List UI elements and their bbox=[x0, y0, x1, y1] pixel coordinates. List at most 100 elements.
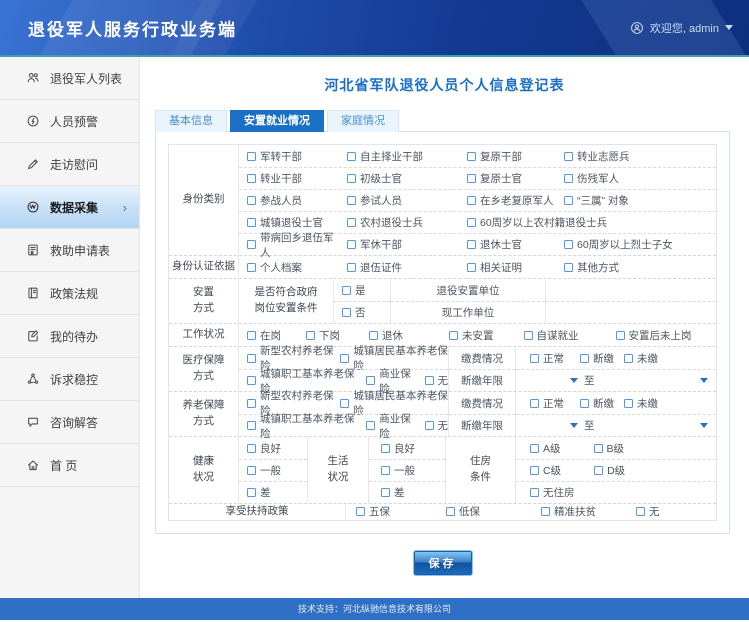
checkbox-option[interactable]: 无 bbox=[425, 373, 449, 388]
checkbox-icon[interactable] bbox=[541, 507, 550, 516]
sidebar-item-visit-condolence[interactable]: 走访慰问 bbox=[0, 143, 139, 186]
checkbox-option[interactable]: 初级士官 bbox=[339, 171, 402, 186]
checkbox-icon[interactable] bbox=[247, 331, 256, 340]
checkbox-option[interactable]: 个人档案 bbox=[239, 260, 302, 275]
save-button[interactable]: 保存 bbox=[413, 550, 473, 576]
checkbox-option[interactable]: 五保 bbox=[346, 504, 390, 519]
checkbox-option[interactable]: 断缴 bbox=[580, 396, 614, 411]
checkbox-icon[interactable] bbox=[564, 240, 573, 249]
checkbox-icon[interactable] bbox=[366, 376, 375, 385]
checkbox-option[interactable]: 复原士官 bbox=[459, 171, 522, 186]
year-to-select[interactable] bbox=[599, 423, 709, 428]
checkbox-icon[interactable] bbox=[247, 174, 256, 183]
checkbox-icon[interactable] bbox=[366, 421, 375, 430]
sidebar-item-consultation[interactable]: 咨询解答 bbox=[0, 401, 139, 444]
checkbox-icon[interactable] bbox=[564, 174, 573, 183]
checkbox-option[interactable]: A级 bbox=[516, 441, 561, 456]
checkbox-option[interactable]: 差 bbox=[239, 485, 271, 500]
tab-family[interactable]: 家庭情况 bbox=[327, 110, 399, 132]
checkbox-icon[interactable] bbox=[247, 354, 256, 363]
checkbox-option[interactable]: 无 bbox=[425, 418, 449, 433]
checkbox-option[interactable]: 带病回乡退伍军人 bbox=[239, 230, 339, 260]
current-employer-input[interactable] bbox=[546, 301, 716, 323]
checkbox-icon[interactable] bbox=[467, 174, 476, 183]
checkbox-option[interactable]: 60周岁以上农村籍退役士兵 bbox=[459, 215, 607, 230]
checkbox-option[interactable]: 城镇退役士官 bbox=[239, 215, 323, 230]
checkbox-icon[interactable] bbox=[347, 240, 356, 249]
checkbox-icon[interactable] bbox=[624, 354, 633, 363]
checkbox-option[interactable]: 在乡老复原军人 bbox=[459, 193, 554, 208]
checkbox-icon[interactable] bbox=[425, 376, 434, 385]
checkbox-option[interactable]: 未缴 bbox=[624, 351, 658, 366]
checkbox-option[interactable]: 在岗 bbox=[239, 328, 281, 343]
checkbox-icon[interactable] bbox=[247, 240, 256, 249]
checkbox-icon[interactable] bbox=[564, 263, 573, 272]
checkbox-option[interactable]: 退休 bbox=[361, 328, 403, 343]
placement-unit-input[interactable] bbox=[546, 279, 716, 301]
checkbox-option[interactable]: 城镇职工基本养老保险 bbox=[239, 411, 361, 441]
checkbox-option[interactable]: 相关证明 bbox=[459, 260, 522, 275]
sidebar-item-personnel-warning[interactable]: 人员预警 bbox=[0, 100, 139, 143]
checkbox-option[interactable]: 军休干部 bbox=[339, 237, 402, 252]
sidebar-item-data-collection[interactable]: 数据采集 › bbox=[0, 186, 139, 229]
checkbox-option[interactable]: 自主择业干部 bbox=[339, 149, 423, 164]
checkbox-option[interactable]: 正常 bbox=[516, 396, 564, 411]
checkbox-icon[interactable] bbox=[381, 466, 390, 475]
year-to-select[interactable] bbox=[599, 378, 709, 383]
checkbox-option[interactable]: 差 bbox=[369, 485, 405, 500]
checkbox-option[interactable]: 60周岁以上烈士子女 bbox=[556, 237, 673, 252]
checkbox-option[interactable]: 退休士官 bbox=[459, 237, 522, 252]
checkbox-option[interactable]: 良好 bbox=[369, 441, 415, 456]
checkbox-icon[interactable] bbox=[564, 152, 573, 161]
checkbox-icon[interactable] bbox=[369, 331, 378, 340]
checkbox-icon[interactable] bbox=[425, 421, 434, 430]
checkbox-icon[interactable] bbox=[306, 331, 315, 340]
checkbox-option[interactable]: 一般 bbox=[239, 463, 281, 478]
checkbox-option[interactable]: 其他方式 bbox=[556, 260, 619, 275]
checkbox-option[interactable]: 农村退役士兵 bbox=[339, 215, 423, 230]
checkbox-icon[interactable] bbox=[530, 466, 539, 475]
checkbox-icon[interactable] bbox=[347, 152, 356, 161]
checkbox-icon[interactable] bbox=[530, 444, 539, 453]
year-from-select[interactable] bbox=[526, 423, 578, 428]
checkbox-icon[interactable] bbox=[342, 308, 351, 317]
checkbox-option[interactable]: 是 bbox=[334, 283, 366, 298]
checkbox-icon[interactable] bbox=[347, 218, 356, 227]
checkbox-option[interactable]: 退伍证件 bbox=[339, 260, 402, 275]
checkbox-icon[interactable] bbox=[247, 444, 256, 453]
checkbox-icon[interactable] bbox=[530, 354, 539, 363]
checkbox-option[interactable]: 未安置 bbox=[441, 328, 494, 343]
checkbox-icon[interactable] bbox=[524, 331, 533, 340]
checkbox-option[interactable]: 军转干部 bbox=[239, 149, 302, 164]
checkbox-icon[interactable] bbox=[636, 507, 645, 516]
checkbox-option[interactable]: B级 bbox=[594, 441, 625, 456]
checkbox-option[interactable]: 伤残军人 bbox=[556, 171, 619, 186]
checkbox-option[interactable]: 转业志愿兵 bbox=[556, 149, 630, 164]
checkbox-icon[interactable] bbox=[347, 174, 356, 183]
checkbox-icon[interactable] bbox=[381, 488, 390, 497]
checkbox-icon[interactable] bbox=[342, 286, 351, 295]
checkbox-option[interactable]: 精准扶贫 bbox=[531, 504, 596, 519]
checkbox-option[interactable]: 断缴 bbox=[580, 351, 614, 366]
checkbox-option[interactable]: 自谋就业 bbox=[516, 328, 579, 343]
checkbox-option[interactable]: 参战人员 bbox=[239, 193, 302, 208]
checkbox-option[interactable]: 正常 bbox=[516, 351, 564, 366]
checkbox-icon[interactable] bbox=[580, 354, 589, 363]
checkbox-option[interactable]: 复原干部 bbox=[459, 149, 522, 164]
checkbox-option[interactable]: 否 bbox=[334, 305, 366, 320]
checkbox-option[interactable]: 商业保险 bbox=[366, 411, 419, 441]
sidebar-item-my-todo[interactable]: 我的待办 bbox=[0, 315, 139, 358]
checkbox-icon[interactable] bbox=[467, 240, 476, 249]
checkbox-icon[interactable] bbox=[247, 152, 256, 161]
checkbox-option[interactable]: 无 bbox=[626, 504, 660, 519]
checkbox-icon[interactable] bbox=[616, 331, 625, 340]
checkbox-option[interactable]: D级 bbox=[594, 463, 625, 478]
checkbox-icon[interactable] bbox=[580, 399, 589, 408]
checkbox-icon[interactable] bbox=[530, 399, 539, 408]
checkbox-icon[interactable] bbox=[247, 196, 256, 205]
checkbox-icon[interactable] bbox=[347, 263, 356, 272]
checkbox-icon[interactable] bbox=[247, 488, 256, 497]
checkbox-icon[interactable] bbox=[564, 196, 573, 205]
checkbox-option[interactable]: 下岗 bbox=[298, 328, 340, 343]
year-from-select[interactable] bbox=[526, 378, 578, 383]
